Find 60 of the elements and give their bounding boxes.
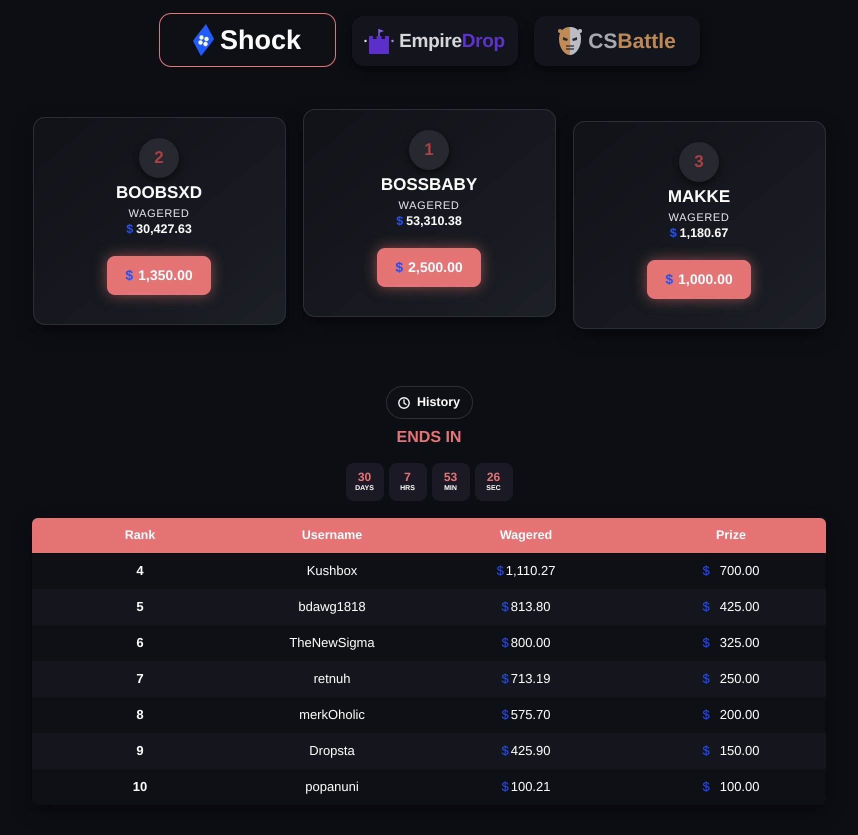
castle-icon — [364, 28, 394, 54]
clock-icon — [398, 396, 410, 408]
prize-cell-text: $ 200.00 — [702, 706, 760, 724]
rank-cell-text: 4 — [136, 562, 144, 580]
countdown-value: 30 — [358, 471, 372, 484]
username-cell-text: Dropsta — [309, 742, 355, 760]
rank-badge: 2 — [139, 138, 179, 178]
brand-tab[interactable]: CSBattle — [534, 16, 700, 66]
prize-tag: $ 1,350.00 — [107, 256, 211, 295]
rank-cell-text: 10 — [132, 778, 148, 796]
wagered-label: WAGERED — [668, 211, 730, 225]
rank-cell-text: 8 — [136, 706, 144, 724]
username-cell-text: merkOholic — [299, 706, 365, 724]
prize-cell-text: $ 700.00 — [702, 562, 760, 580]
username: MAKKE — [668, 187, 730, 207]
countdown-value: 7 — [404, 471, 411, 484]
username-cell-text: Kushbox — [306, 562, 358, 580]
rank-badge: 3 — [679, 142, 719, 182]
username-cell-text: popanuni — [305, 778, 359, 796]
prize-tag: $ 1,000.00 — [647, 260, 751, 299]
wagered-cell-text: $100.21 — [502, 778, 550, 796]
username-cell-text: retnuh — [314, 670, 350, 688]
brand-tab[interactable]: EmpireDrop — [352, 16, 518, 66]
username-cell-text: bdawg1818 — [298, 598, 366, 616]
rank-cell-text: 9 — [136, 742, 144, 760]
wagered-cell-text: $713.19 — [502, 670, 550, 688]
countdown-title: ENDS IN — [396, 430, 462, 446]
column-header: Wagered — [498, 527, 554, 544]
username: BOOBSXD — [116, 183, 202, 203]
rank-cell-text: 6 — [136, 634, 144, 652]
wagered-amount: $ 30,427.63 — [126, 221, 192, 237]
rank-badge: 1 — [409, 130, 449, 170]
prize-cell-text: $ 150.00 — [702, 742, 760, 760]
wagered-cell-text: $813.80 — [502, 598, 550, 616]
brand-tab[interactable]: Shock — [158, 13, 336, 67]
rank-cell-text: 7 — [136, 670, 144, 688]
column-header: Prize — [715, 527, 747, 544]
wagered-cell-text: $800.00 — [502, 634, 550, 652]
wagered-amount: $ 53,310.38 — [396, 213, 462, 229]
wagered-label: WAGERED — [128, 207, 190, 221]
prize-tag: $ 2,500.00 — [377, 248, 481, 287]
prize-cell-text: $ 325.00 — [702, 634, 760, 652]
wagered-cell-text: $425.90 — [502, 742, 550, 760]
username: BOSSBABY — [380, 175, 478, 195]
prize-cell-text: $ 100.00 — [702, 778, 760, 796]
history-button[interactable]: History — [386, 386, 472, 419]
mask-icon — [557, 26, 584, 56]
prize-cell-text: $ 250.00 — [702, 670, 760, 688]
column-header: Rank — [124, 527, 156, 544]
column-header: Username — [300, 527, 364, 544]
countdown-value: 26 — [486, 471, 500, 484]
prize-cell-text: $ 425.00 — [702, 598, 760, 616]
wagered-cell-text: $1,110.27 — [496, 562, 556, 580]
wagered-amount: $ 1,180.67 — [670, 225, 728, 241]
wagered-label: WAGERED — [398, 199, 460, 213]
wagered-cell-text: $575.70 — [502, 706, 550, 724]
rank-cell-text: 5 — [136, 598, 144, 616]
countdown-value: 53 — [444, 471, 458, 484]
diamond-dots-icon — [192, 24, 214, 56]
username-cell-text: TheNewSigma — [289, 634, 375, 652]
